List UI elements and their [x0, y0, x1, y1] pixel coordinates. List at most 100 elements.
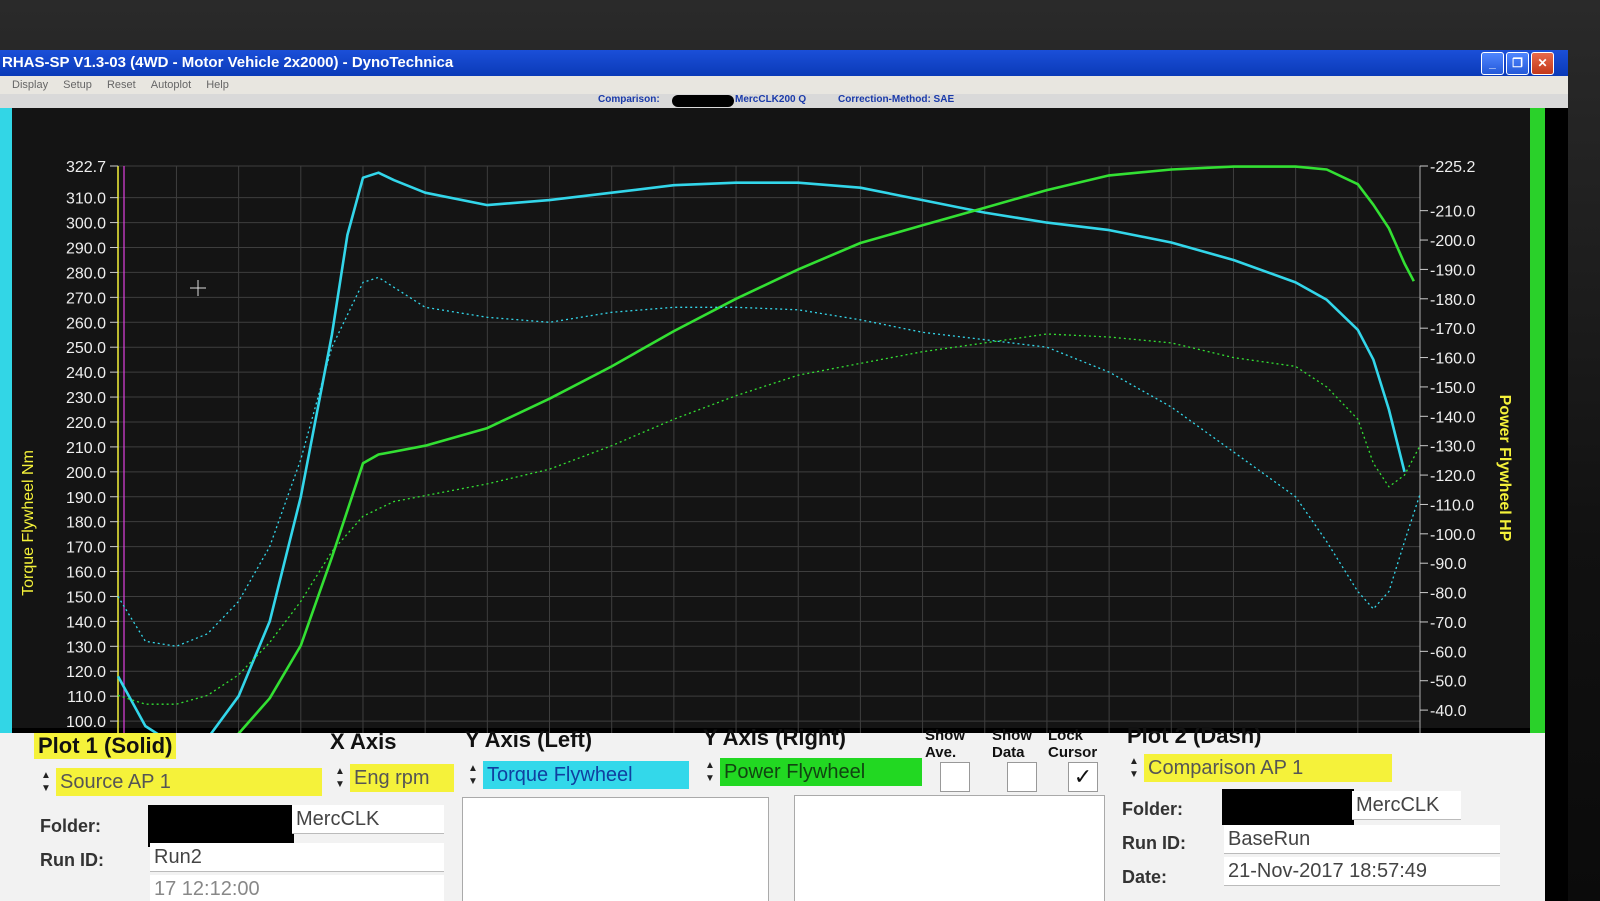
- torque-dash-line: [117, 276, 1421, 647]
- torque-solid-line: [116, 171, 1406, 738]
- plot2-folder-value: MercCLK: [1352, 791, 1461, 820]
- plot2-list-box[interactable]: [794, 795, 1105, 901]
- y-left-tick-label: 140.0: [66, 614, 106, 631]
- y-right-tick-label: -90.0: [1430, 556, 1467, 573]
- y-right-tick-label: -140.0: [1430, 409, 1475, 426]
- show-data-checkbox[interactable]: [1007, 762, 1037, 792]
- y-left-tick-label: 300.0: [66, 216, 106, 233]
- redaction: [672, 95, 734, 107]
- y-right-tick-label: -170.0: [1430, 321, 1475, 338]
- plot2-date-value: 21-Nov-2017 18:57:49: [1224, 857, 1500, 886]
- menu-display[interactable]: Display: [12, 79, 48, 91]
- y-right-tick-label: -110.0: [1430, 497, 1474, 514]
- lock-cursor-checkbox[interactable]: ✓: [1068, 762, 1098, 792]
- power-dash-line: [117, 333, 1421, 705]
- redaction: [1222, 789, 1354, 825]
- y-left-tick-label: 280.0: [66, 265, 106, 282]
- plot1-folder-label: Folder:: [40, 816, 101, 836]
- y-left-tick-label: 290.0: [66, 241, 106, 258]
- power-solid-line: [229, 165, 1415, 738]
- x-axis-header: X Axis: [330, 729, 397, 754]
- grid: [117, 165, 1421, 738]
- correction-method: Correction-Method: SAE: [838, 94, 955, 105]
- y-left-tick-label: 310.0: [66, 191, 106, 208]
- y-right-tick-label: -70.0: [1430, 615, 1467, 632]
- dyno-chart[interactable]: 2012220024002600280030003200340036003800…: [0, 108, 1545, 738]
- y-left-tick-label: 160.0: [66, 565, 106, 582]
- comparison-label: Comparison:: [598, 94, 660, 105]
- plot2-header: Plot 2 (Dash): [1127, 723, 1262, 748]
- y-left-tick-label: 150.0: [66, 589, 106, 606]
- y-left-tick-label: 210.0: [66, 440, 106, 457]
- y-left-field[interactable]: Torque Flywheel: [483, 761, 689, 789]
- plot1-list-box[interactable]: [462, 797, 769, 901]
- y-left-tick-label: 130.0: [66, 639, 106, 656]
- y-right-tick-label: -150.0: [1430, 380, 1475, 397]
- plot2-source-field[interactable]: Comparison AP 1: [1144, 754, 1392, 782]
- plot2-runid-value: BaseRun: [1224, 825, 1500, 854]
- series: [116, 165, 1421, 738]
- menu-setup[interactable]: Setup: [63, 79, 92, 91]
- window-controls: _ ❐ ✕: [1481, 52, 1554, 75]
- comparison-value: MercCLK200 Q: [735, 94, 807, 105]
- close-icon[interactable]: ✕: [1531, 52, 1554, 75]
- y-right-tick-label: -160.0: [1430, 351, 1475, 368]
- y-right-tick-label: -100.0: [1430, 527, 1475, 544]
- y-left-spinner[interactable]: ▲ ▼: [467, 762, 479, 792]
- redaction: [148, 805, 294, 847]
- restore-icon[interactable]: ❐: [1506, 52, 1529, 75]
- plot2-source-spinner[interactable]: ▲ ▼: [1128, 755, 1140, 785]
- y-left-tick-label: 220.0: [66, 415, 106, 432]
- y-left-axis-label: Torque Flywheel Nm: [20, 450, 37, 596]
- plot1-folder-value: MercCLK: [292, 805, 444, 834]
- y-right-tick-label: -80.0: [1430, 586, 1467, 603]
- crosshair-cursor: [190, 280, 206, 296]
- show-ave-checkbox[interactable]: [940, 762, 970, 792]
- y-right-tick-label: -60.0: [1430, 644, 1467, 661]
- y-right-axis-label: Power Flywheel HP: [1496, 395, 1513, 542]
- plot1-runid-value: Run2: [150, 843, 444, 872]
- y-right-field[interactable]: Power Flywheel: [720, 758, 922, 786]
- y-left-tick-label: 322.7: [66, 159, 106, 176]
- menu-help[interactable]: Help: [206, 79, 229, 91]
- y-right-tick-label: -210.0: [1430, 204, 1475, 221]
- x-axis-spinner[interactable]: ▲ ▼: [334, 765, 346, 795]
- title-bar: RHAS-SP V1.3-03 (4WD - Motor Vehicle 2x2…: [0, 50, 1568, 76]
- y-right-tick-label: -200.0: [1430, 233, 1475, 250]
- info-bar: Comparison: MercCLK200 Q Correction-Meth…: [0, 94, 1568, 108]
- menu-autoplot[interactable]: Autoplot: [151, 79, 191, 91]
- y-right-tick-label: -225.2: [1430, 159, 1475, 176]
- show-ave-label: Show Ave.: [925, 727, 965, 761]
- minimize-icon[interactable]: _: [1481, 52, 1504, 75]
- show-data-label: Show Data: [992, 727, 1032, 761]
- y-left-tick-label: 250.0: [66, 340, 106, 357]
- ticks: 2012220024002600280030003200340036003800…: [66, 159, 1476, 731]
- menu-reset[interactable]: Reset: [107, 79, 136, 91]
- y-right-tick-label: -190.0: [1430, 262, 1475, 279]
- y-left-tick-label: 170.0: [66, 540, 106, 557]
- y-right-tick-label: -120.0: [1430, 468, 1475, 485]
- plot1-source-spinner[interactable]: ▲ ▼: [40, 769, 52, 799]
- y-right-spinner[interactable]: ▲ ▼: [704, 759, 716, 789]
- screen: RHAS-SP V1.3-03 (4WD - Motor Vehicle 2x2…: [0, 50, 1568, 901]
- y-right-header: Y Axis (Right): [703, 725, 847, 750]
- lock-cursor-label: Lock Cursor: [1048, 727, 1098, 761]
- y-left-tick-label: 240.0: [66, 365, 106, 382]
- y-left-header: Y Axis (Left): [465, 727, 593, 752]
- axes: [117, 166, 1421, 738]
- y-left-tick-label: 100.0: [66, 714, 106, 731]
- plot2-runid-label: Run ID:: [1122, 833, 1186, 853]
- y-left-tick-label: 120.0: [66, 664, 106, 681]
- y-right-tick-label: -130.0: [1430, 439, 1475, 456]
- plot1-runid-label: Run ID:: [40, 850, 104, 870]
- x-axis-field[interactable]: Eng rpm: [350, 764, 454, 792]
- plot1-header: Plot 1 (Solid): [34, 733, 177, 759]
- plot1-date-value: 17 12:12:00: [150, 875, 444, 901]
- control-panel: Plot 1 (Solid) X Axis Y Axis (Left) Y Ax…: [0, 723, 1545, 901]
- y-left-tick-label: 270.0: [66, 290, 106, 307]
- plot1-source-field[interactable]: Source AP 1: [56, 768, 322, 796]
- window-title: RHAS-SP V1.3-03 (4WD - Motor Vehicle 2x2…: [2, 54, 454, 71]
- menu-bar: Display Setup Reset Autoplot Help: [0, 76, 1568, 94]
- y-left-tick-label: 260.0: [66, 315, 106, 332]
- y-left-tick-label: 190.0: [66, 490, 106, 507]
